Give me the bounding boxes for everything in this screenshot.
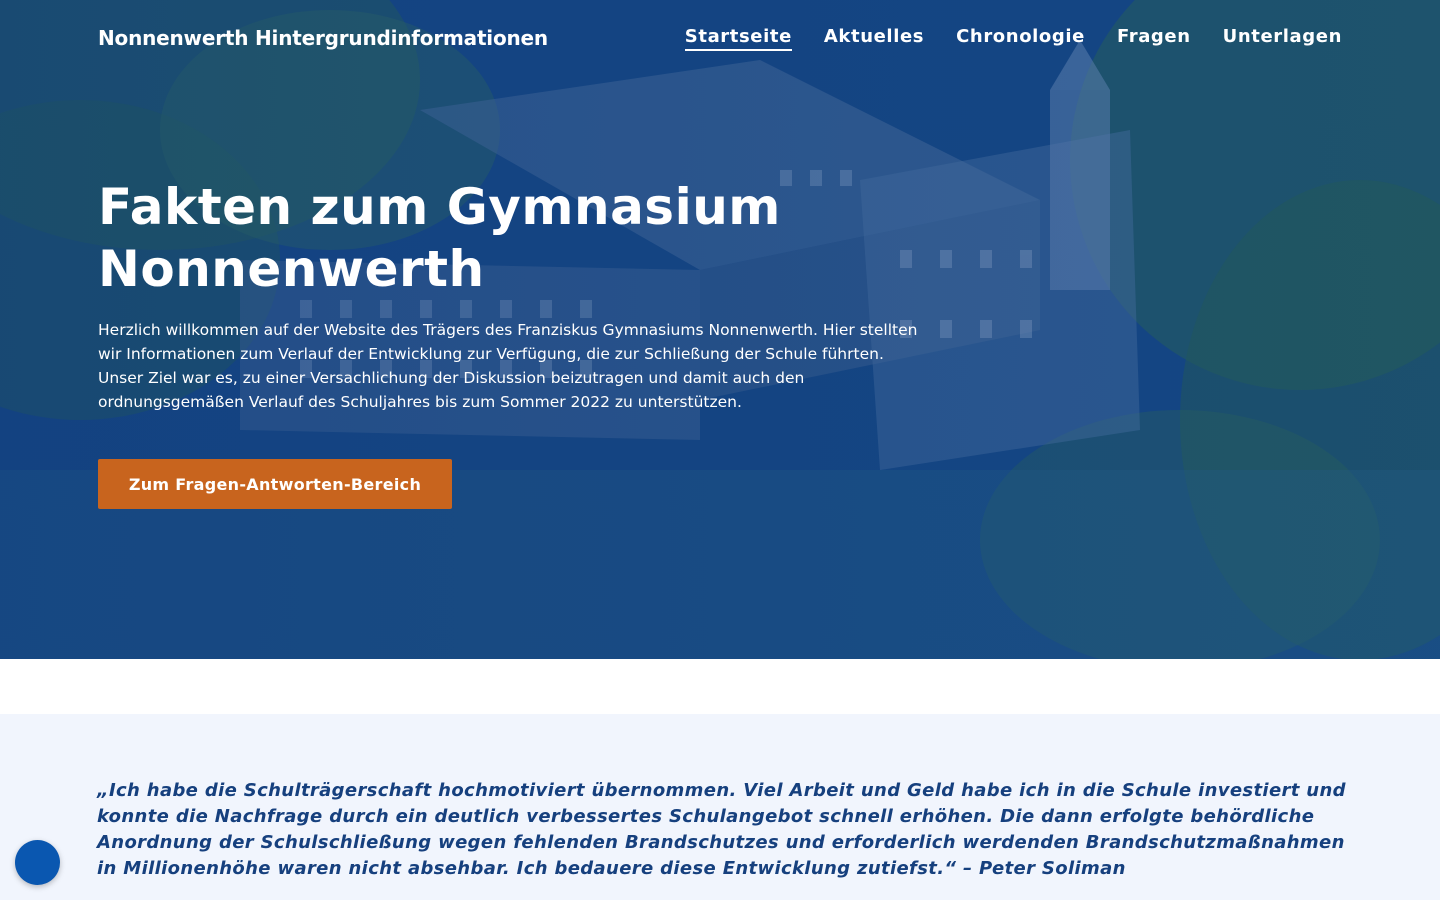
- nav-item-fragen[interactable]: Fragen: [1117, 26, 1191, 51]
- main-navigation: Startseite Aktuelles Chronologie Fragen …: [684, 26, 1342, 51]
- nav-item-unterlagen[interactable]: Unterlagen: [1223, 26, 1342, 51]
- nav-item-startseite[interactable]: Startseite: [684, 26, 792, 51]
- nav-item-aktuelles[interactable]: Aktuelles: [824, 26, 924, 51]
- hero-intro-text: Herzlich willkommen auf der Website des …: [98, 321, 918, 411]
- quote-section: „Ich habe die Schulträgerschaft hochmoti…: [0, 714, 1440, 900]
- hero-heading: Fakten zum Gymnasium Nonnenwerth: [98, 178, 781, 298]
- hero-section: Nonnenwerth Hintergrundinformationen Sta…: [0, 0, 1440, 659]
- site-title-link[interactable]: Nonnenwerth Hintergrundinformationen: [98, 26, 548, 50]
- floating-action-button[interactable]: [15, 840, 60, 885]
- faq-cta-button[interactable]: Zum Fragen-Antworten-Bereich: [98, 459, 452, 509]
- quote-text: „Ich habe die Schulträgerschaft hochmoti…: [97, 780, 1346, 879]
- nav-item-chronologie[interactable]: Chronologie: [956, 26, 1085, 51]
